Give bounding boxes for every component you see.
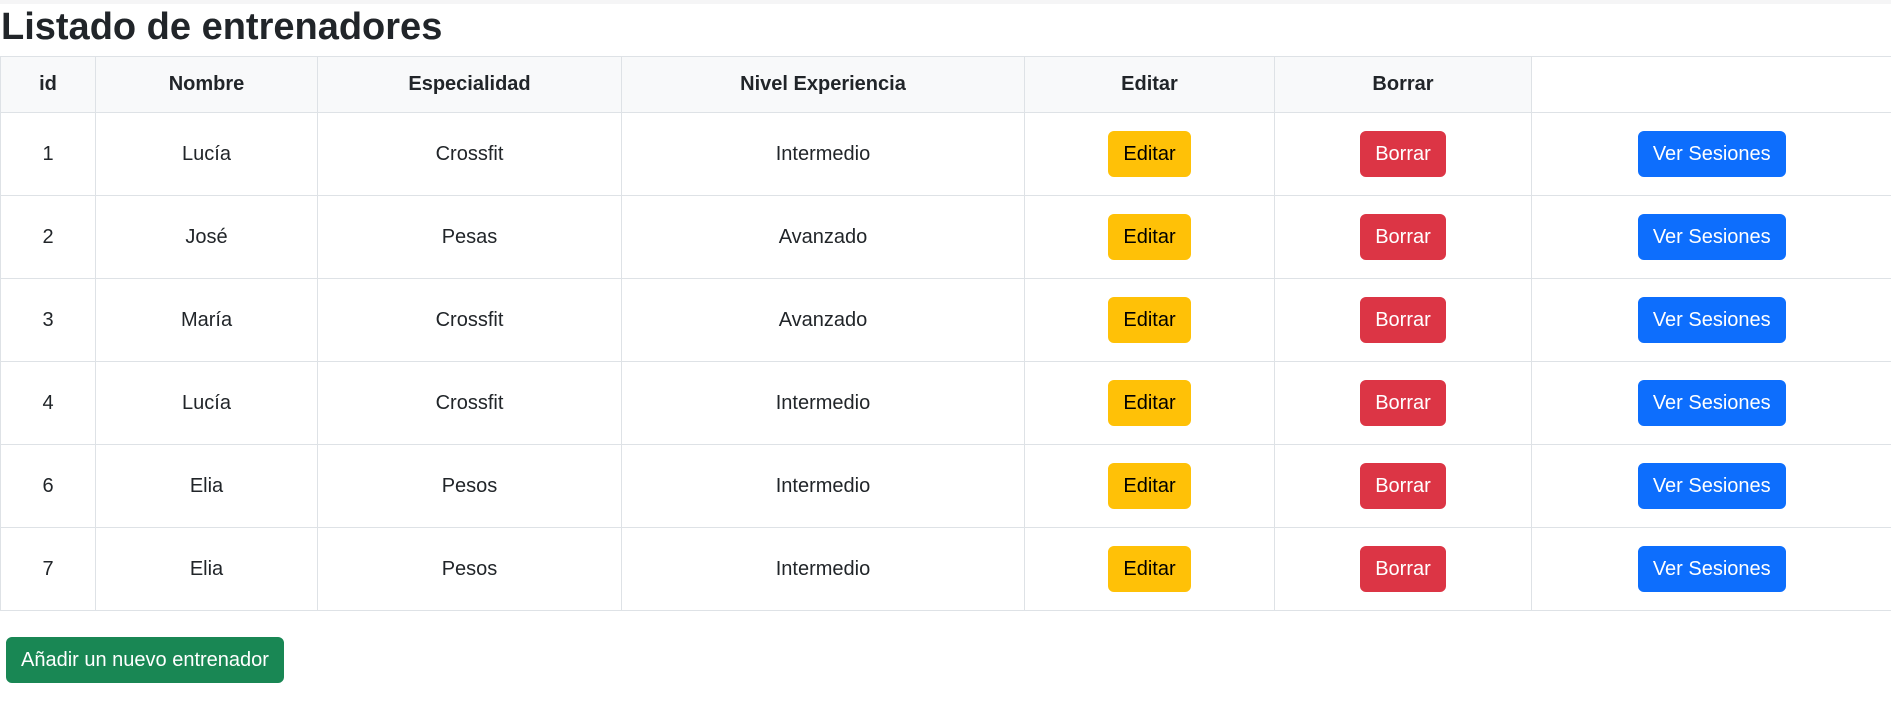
cell-editar: Editar bbox=[1024, 444, 1275, 528]
cell-nivel: Intermedio bbox=[621, 112, 1025, 196]
edit-button[interactable]: Editar bbox=[1108, 214, 1191, 260]
table-row: 1 Lucía Crossfit Intermedio Editar Borra… bbox=[0, 112, 1891, 196]
view-sessions-button[interactable]: Ver Sesiones bbox=[1637, 297, 1786, 343]
cell-sesiones: Ver Sesiones bbox=[1531, 278, 1891, 362]
cell-sesiones: Ver Sesiones bbox=[1531, 361, 1891, 445]
edit-button[interactable]: Editar bbox=[1108, 131, 1191, 177]
header-editar: Editar bbox=[1024, 56, 1275, 113]
cell-nivel: Avanzado bbox=[621, 195, 1025, 279]
cell-nivel: Intermedio bbox=[621, 444, 1025, 528]
view-sessions-button[interactable]: Ver Sesiones bbox=[1637, 546, 1786, 592]
edit-button[interactable]: Editar bbox=[1108, 463, 1191, 509]
cell-especialidad: Pesos bbox=[317, 527, 622, 611]
cell-nombre: Elia bbox=[95, 444, 318, 528]
edit-button[interactable]: Editar bbox=[1108, 546, 1191, 592]
cell-especialidad: Pesas bbox=[317, 195, 622, 279]
cell-id: 2 bbox=[0, 195, 96, 279]
delete-button[interactable]: Borrar bbox=[1360, 131, 1446, 177]
delete-button[interactable]: Borrar bbox=[1360, 380, 1446, 426]
cell-especialidad: Crossfit bbox=[317, 112, 622, 196]
delete-button[interactable]: Borrar bbox=[1360, 297, 1446, 343]
cell-id: 6 bbox=[0, 444, 96, 528]
cell-especialidad: Crossfit bbox=[317, 278, 622, 362]
cell-editar: Editar bbox=[1024, 112, 1275, 196]
cell-editar: Editar bbox=[1024, 527, 1275, 611]
table-header-row: id Nombre Especialidad Nivel Experiencia… bbox=[0, 56, 1891, 113]
cell-sesiones: Ver Sesiones bbox=[1531, 527, 1891, 611]
cell-nombre: Lucía bbox=[95, 112, 318, 196]
cell-especialidad: Crossfit bbox=[317, 361, 622, 445]
cell-id: 3 bbox=[0, 278, 96, 362]
header-especialidad: Especialidad bbox=[317, 56, 622, 113]
table-row: 7 Elia Pesos Intermedio Editar Borrar Ve… bbox=[0, 527, 1891, 611]
header-borrar: Borrar bbox=[1274, 56, 1532, 113]
cell-editar: Editar bbox=[1024, 278, 1275, 362]
cell-nivel: Intermedio bbox=[621, 361, 1025, 445]
cell-borrar: Borrar bbox=[1274, 195, 1532, 279]
header-blank bbox=[1531, 56, 1891, 113]
table-row: 4 Lucía Crossfit Intermedio Editar Borra… bbox=[0, 361, 1891, 445]
view-sessions-button[interactable]: Ver Sesiones bbox=[1637, 214, 1786, 260]
page-title: Listado de entrenadores bbox=[1, 6, 443, 48]
cell-sesiones: Ver Sesiones bbox=[1531, 444, 1891, 528]
header-id: id bbox=[0, 56, 96, 113]
cell-nombre: Lucía bbox=[95, 361, 318, 445]
cell-nombre: María bbox=[95, 278, 318, 362]
cell-nombre: Elia bbox=[95, 527, 318, 611]
edit-button[interactable]: Editar bbox=[1108, 297, 1191, 343]
cell-nivel: Avanzado bbox=[621, 278, 1025, 362]
cell-borrar: Borrar bbox=[1274, 361, 1532, 445]
table-row: 3 María Crossfit Avanzado Editar Borrar … bbox=[0, 278, 1891, 362]
table-row: 2 José Pesas Avanzado Editar Borrar Ver … bbox=[0, 195, 1891, 279]
cell-editar: Editar bbox=[1024, 361, 1275, 445]
cell-id: 4 bbox=[0, 361, 96, 445]
delete-button[interactable]: Borrar bbox=[1360, 214, 1446, 260]
cell-sesiones: Ver Sesiones bbox=[1531, 112, 1891, 196]
view-sessions-button[interactable]: Ver Sesiones bbox=[1637, 380, 1786, 426]
cell-editar: Editar bbox=[1024, 195, 1275, 279]
delete-button[interactable]: Borrar bbox=[1360, 463, 1446, 509]
add-trainer-button[interactable]: Añadir un nuevo entrenador bbox=[6, 637, 284, 683]
cell-borrar: Borrar bbox=[1274, 112, 1532, 196]
cell-borrar: Borrar bbox=[1274, 444, 1532, 528]
trainers-table: id Nombre Especialidad Nivel Experiencia… bbox=[0, 56, 1891, 611]
cell-nombre: José bbox=[95, 195, 318, 279]
table-row: 6 Elia Pesos Intermedio Editar Borrar Ve… bbox=[0, 444, 1891, 528]
add-trainer-area: Añadir un nuevo entrenador bbox=[0, 611, 1891, 683]
cell-borrar: Borrar bbox=[1274, 527, 1532, 611]
edit-button[interactable]: Editar bbox=[1108, 380, 1191, 426]
delete-button[interactable]: Borrar bbox=[1360, 546, 1446, 592]
header-nivel-experiencia: Nivel Experiencia bbox=[621, 56, 1025, 113]
view-sessions-button[interactable]: Ver Sesiones bbox=[1637, 131, 1786, 177]
cell-sesiones: Ver Sesiones bbox=[1531, 195, 1891, 279]
cell-nivel: Intermedio bbox=[621, 527, 1025, 611]
cell-borrar: Borrar bbox=[1274, 278, 1532, 362]
cell-id: 1 bbox=[0, 112, 96, 196]
cell-id: 7 bbox=[0, 527, 96, 611]
view-sessions-button[interactable]: Ver Sesiones bbox=[1637, 463, 1786, 509]
header-nombre: Nombre bbox=[95, 56, 318, 113]
cell-especialidad: Pesos bbox=[317, 444, 622, 528]
